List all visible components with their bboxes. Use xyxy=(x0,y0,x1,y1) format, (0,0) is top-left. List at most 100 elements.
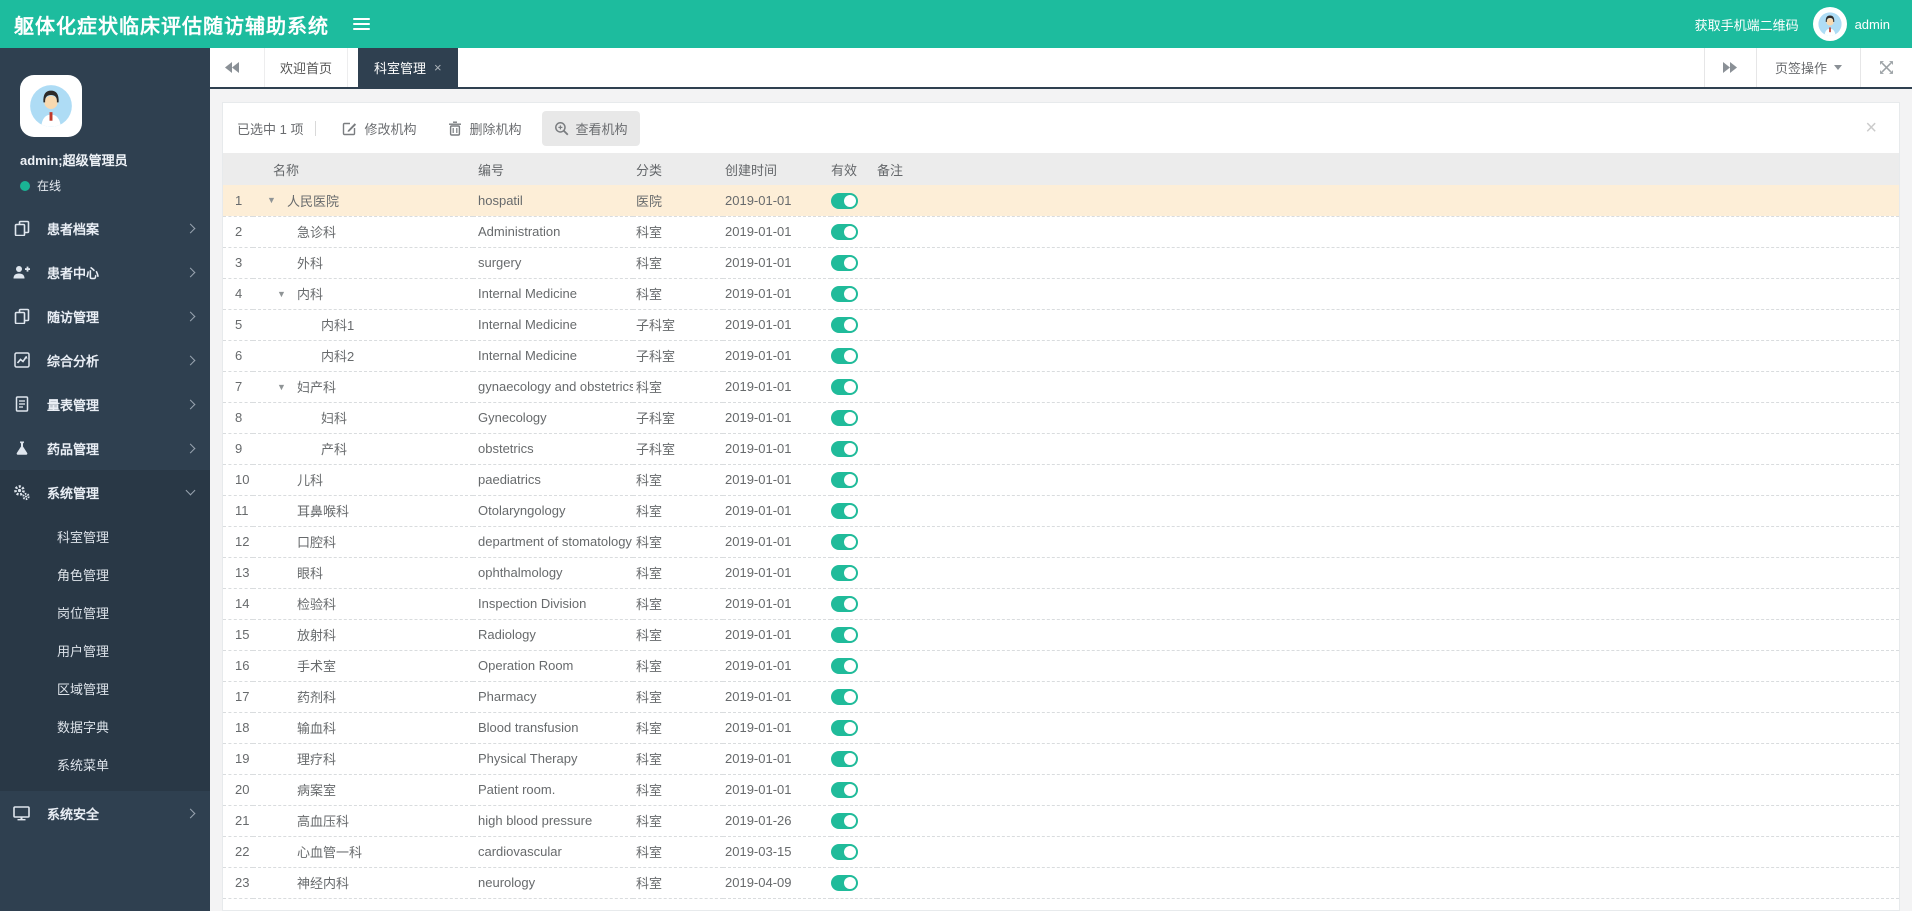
cell-created: 2019-01-01 xyxy=(723,402,831,434)
valid-toggle[interactable] xyxy=(831,688,858,705)
valid-toggle[interactable] xyxy=(831,657,858,674)
valid-toggle[interactable] xyxy=(831,595,858,612)
valid-toggle[interactable] xyxy=(831,378,858,395)
table-row[interactable]: 12 口腔科 department of stomatology 科室 2019-01-… xyxy=(223,526,1899,558)
valid-toggle[interactable] xyxy=(831,254,858,271)
sidebar-item-scale-management[interactable]: 量表管理 xyxy=(0,382,210,426)
name-wrap: 外科 xyxy=(253,253,473,272)
tabs-scroll-right-button[interactable] xyxy=(1703,48,1756,87)
toggle-knob xyxy=(844,752,856,765)
valid-toggle[interactable] xyxy=(831,316,858,333)
sidebar-item-comprehensive-analysis[interactable]: 综合分析 xyxy=(0,338,210,382)
expand-caret-icon[interactable]: ▼ xyxy=(277,289,297,299)
sidebar-item-patient-center[interactable]: 患者中心 xyxy=(0,250,210,294)
cell-valid xyxy=(831,805,877,837)
tab-operations-dropdown[interactable]: 页签操作 xyxy=(1755,48,1860,87)
table-row[interactable]: 22 心血管一科 cardiovascular 科室 2019-03-15 xyxy=(223,836,1899,868)
table-row[interactable]: 14 检验科 Inspection Division 科室 2019-01-01 xyxy=(223,588,1899,620)
view-org-button[interactable]: 查看机构 xyxy=(541,110,640,146)
table-row[interactable]: 7 ▼ 妇产科 gynaecology and obstetrics 科室 2019-01… xyxy=(223,371,1899,403)
cell-name: 高血压科 xyxy=(253,805,473,837)
tab-欢迎首页[interactable]: 欢迎首页 xyxy=(264,48,349,87)
table-row[interactable]: 4 ▼ 内科 Internal Medicine 科室 2019-01-01 xyxy=(223,278,1899,310)
tab-close-icon[interactable]: × xyxy=(434,61,442,74)
valid-toggle[interactable] xyxy=(831,223,858,240)
delete-org-button[interactable]: 删除机构 xyxy=(436,111,533,146)
valid-toggle[interactable] xyxy=(831,347,858,364)
tabs-scroll-left-button[interactable] xyxy=(210,48,254,87)
table-row[interactable]: 5 内科1 Internal Medicine 子科室 2019-01-01 xyxy=(223,309,1899,341)
fullscreen-button[interactable] xyxy=(1860,48,1912,87)
panel-close-icon[interactable]: × xyxy=(1865,118,1885,138)
valid-toggle[interactable] xyxy=(831,471,858,488)
valid-toggle[interactable] xyxy=(831,409,858,426)
cell-remark xyxy=(877,402,1899,434)
sidebar-item-followup-management[interactable]: 随访管理 xyxy=(0,294,210,338)
valid-toggle[interactable] xyxy=(831,192,858,209)
valid-toggle[interactable] xyxy=(831,626,858,643)
table-row[interactable]: 19 理疗科 Physical Therapy 科室 2019-01-01 xyxy=(223,743,1899,775)
table-row[interactable]: 13 眼科 ophthalmology 科室 2019-01-01 xyxy=(223,557,1899,589)
user-chip[interactable]: admin xyxy=(1812,7,1890,41)
sidebar-group-patient-archive: 患者档案 xyxy=(0,206,210,250)
cell-remark xyxy=(877,526,1899,558)
table-row[interactable]: 2 急诊科 Administration 科室 2019-01-01 xyxy=(223,216,1899,248)
valid-toggle[interactable] xyxy=(831,719,858,736)
sidebar-subitem[interactable]: 岗位管理 xyxy=(0,595,210,633)
valid-toggle[interactable] xyxy=(831,564,858,581)
tab-科室管理[interactable]: 科室管理 × xyxy=(358,48,458,87)
expand-caret-icon[interactable]: ▼ xyxy=(267,195,287,205)
sidebar-subitem[interactable]: 用户管理 xyxy=(0,633,210,671)
cell-valid xyxy=(831,216,877,248)
table-row[interactable]: 6 内科2 Internal Medicine 子科室 2019-01-01 xyxy=(223,340,1899,372)
valid-toggle[interactable] xyxy=(831,285,858,302)
sidebar-subitem[interactable]: 数据字典 xyxy=(0,709,210,747)
sidebar-item-system-management[interactable]: 系统管理 xyxy=(0,470,210,514)
valid-toggle[interactable] xyxy=(831,874,858,891)
chevron-right-icon xyxy=(185,311,196,321)
valid-toggle[interactable] xyxy=(831,533,858,550)
cell-name: 内科1 xyxy=(253,309,473,341)
name-wrap: ▼ 人民医院 xyxy=(253,191,473,210)
expand-caret-icon[interactable]: ▼ xyxy=(277,382,297,392)
table-row[interactable]: 16 手术室 Operation Room 科室 2019-01-01 xyxy=(223,650,1899,682)
valid-toggle[interactable] xyxy=(831,781,858,798)
cell-remark xyxy=(877,743,1899,775)
valid-toggle[interactable] xyxy=(831,502,858,519)
valid-toggle[interactable] xyxy=(831,812,858,829)
table-row[interactable]: 1 ▼ 人民医院 hospatil 医院 2019-01-01 xyxy=(223,185,1899,217)
table-row[interactable]: 9 产科 obstetrics 子科室 2019-01-01 xyxy=(223,433,1899,465)
table-row[interactable]: 21 高血压科 high blood pressure 科室 2019-01-26 xyxy=(223,805,1899,837)
sidebar-subitem[interactable]: 系统菜单 xyxy=(0,747,210,785)
cell-code: Physical Therapy xyxy=(473,743,633,775)
sidebar-item-patient-archive[interactable]: 患者档案 xyxy=(0,206,210,250)
table-row[interactable]: 20 病案室 Patient room. 科室 2019-01-01 xyxy=(223,774,1899,806)
cell-index: 16 xyxy=(223,650,253,682)
table-row[interactable]: 8 妇科 Gynecology 子科室 2019-01-01 xyxy=(223,402,1899,434)
table-row[interactable]: 3 外科 surgery 科室 2019-01-01 xyxy=(223,247,1899,279)
toggle-knob xyxy=(844,442,856,455)
hamburger-menu-icon[interactable] xyxy=(353,18,370,30)
sidebar-subitem[interactable]: 科室管理 xyxy=(0,519,210,557)
table-row[interactable]: 15 放射科 Radiology 科室 2019-01-01 xyxy=(223,619,1899,651)
table-row[interactable]: 18 输血科 Blood transfusion 科室 2019-01-01 xyxy=(223,712,1899,744)
cell-valid xyxy=(831,867,877,899)
qr-code-link[interactable]: 获取手机端二维码 xyxy=(1695,15,1799,34)
edit-org-button[interactable]: 修改机构 xyxy=(330,111,428,146)
cell-category: 科室 xyxy=(633,278,723,310)
table-row[interactable]: 10 儿科 paediatrics 科室 2019-01-01 xyxy=(223,464,1899,496)
sidebar-subitem[interactable]: 角色管理 xyxy=(0,557,210,595)
sidebar-item-drug-management[interactable]: 药品管理 xyxy=(0,426,210,470)
files-icon xyxy=(13,220,30,237)
table-row[interactable]: 23 神经内科 neurology 科室 2019-04-09 xyxy=(223,867,1899,899)
toggle-knob xyxy=(844,659,856,672)
sidebar-item-system-security[interactable]: 系统安全 xyxy=(0,791,210,835)
cell-index: 12 xyxy=(223,526,253,558)
table-row[interactable]: 17 药剂科 Pharmacy 科室 2019-01-01 xyxy=(223,681,1899,713)
valid-toggle[interactable] xyxy=(831,843,858,860)
table-row[interactable]: 11 耳鼻喉科 Otolaryngology 科室 2019-01-01 xyxy=(223,495,1899,527)
sidebar-subitem[interactable]: 区域管理 xyxy=(0,671,210,709)
valid-toggle[interactable] xyxy=(831,440,858,457)
cell-category: 科室 xyxy=(633,247,723,279)
valid-toggle[interactable] xyxy=(831,750,858,767)
